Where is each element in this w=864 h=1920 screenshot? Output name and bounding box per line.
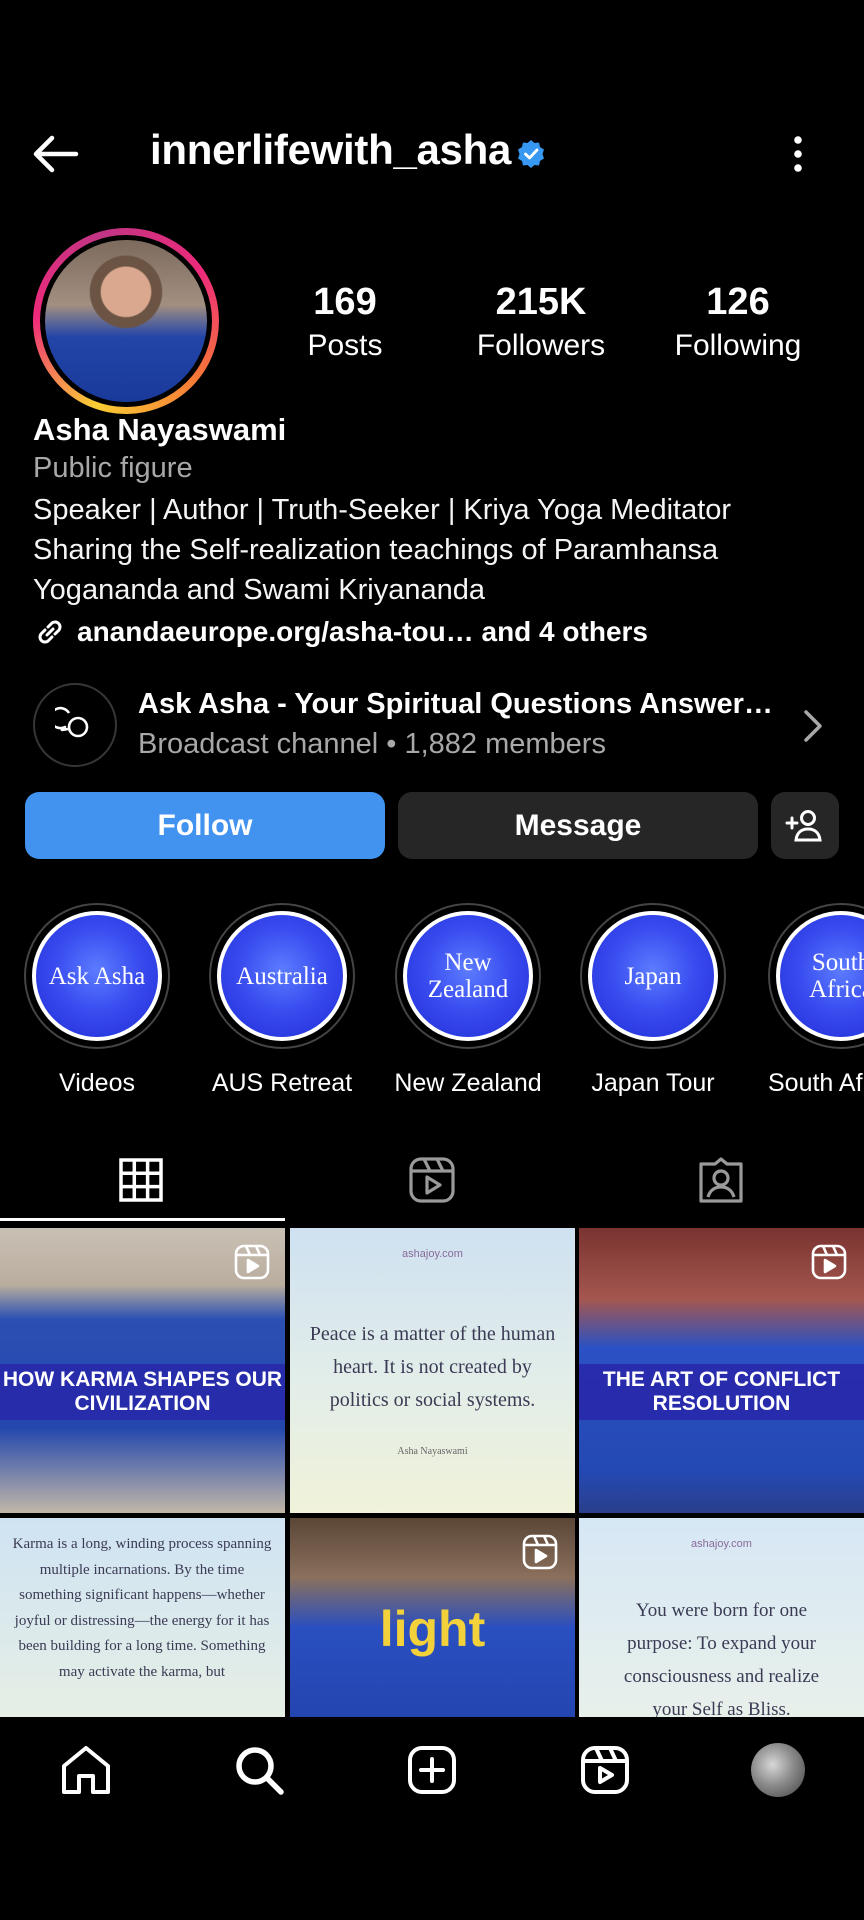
bio-line: Yogananda and Swami Kriyananda — [33, 574, 485, 606]
post-site: ashajoy.com — [691, 1538, 752, 1550]
bio-link[interactable]: anandaeurope.org/asha-tou… and 4 others — [33, 612, 648, 652]
post-thumbnail[interactable]: light — [290, 1518, 575, 1717]
broadcast-channel-icon[interactable] — [33, 683, 117, 767]
highlight-cover: Ask Asha — [32, 911, 162, 1041]
followers-count: 215K — [495, 281, 587, 323]
nav-home[interactable] — [56, 1740, 116, 1800]
post-title: THE ART OF CONFLICT RESOLUTION — [579, 1364, 864, 1420]
tagged-icon — [699, 1157, 743, 1203]
highlight-new-zealand[interactable]: New Zealand New Zealand — [393, 903, 543, 1098]
message-button[interactable]: Message — [398, 792, 758, 859]
active-tab-indicator — [0, 1218, 285, 1221]
highlight-label: Videos — [59, 1069, 135, 1097]
profile-category: Public figure — [33, 452, 193, 484]
home-icon — [62, 1746, 110, 1794]
tab-posts-grid[interactable] — [0, 1140, 282, 1220]
post-quote: You were born for one purpose: To expand… — [623, 1600, 820, 1717]
profile-name: Asha Nayaswami — [33, 412, 287, 447]
profile-avatar-icon — [751, 1743, 805, 1797]
highlight-label: Japan Tour — [591, 1069, 715, 1097]
bio-link-text: anandaeurope.org/asha-tou… and 4 others — [77, 616, 648, 647]
highlight-japan-tour[interactable]: Japan Japan Tour — [578, 903, 728, 1098]
more-vertical-icon — [794, 136, 802, 172]
highlight-cover: South Africa — [776, 911, 864, 1041]
post-thumbnail[interactable]: ashajoy.com You were born for one purpos… — [579, 1518, 864, 1717]
stat-following[interactable]: 126 Following — [638, 280, 838, 364]
highlight-label: New Zealand — [394, 1069, 542, 1097]
grid-icon — [119, 1158, 163, 1202]
post-quote: Peace is a matter of the human heart. It… — [309, 1323, 556, 1411]
reels-icon — [581, 1746, 629, 1794]
more-options-button[interactable] — [778, 128, 818, 180]
post-thumbnail[interactable]: THE ART OF CONFLICT RESOLUTION — [579, 1228, 864, 1513]
post-title: HOW KARMA SHAPES OUR CIVILIZATION — [0, 1364, 285, 1420]
highlight-ring: Australia — [209, 903, 355, 1049]
nav-profile[interactable] — [748, 1740, 808, 1800]
broadcast-channel-subtitle: Broadcast channel • 1,882 members — [138, 728, 606, 760]
highlight-cover: New Zealand — [403, 911, 533, 1041]
reel-icon — [811, 1244, 847, 1280]
highlight-aus-retreat[interactable]: Australia AUS Retreat — [207, 903, 357, 1098]
stat-posts[interactable]: 169 Posts — [245, 280, 445, 364]
bio-line: Sharing the Self-realization teachings o… — [33, 534, 719, 566]
post-quote: Karma is a long, winding process spannin… — [12, 1536, 272, 1680]
post-author: Asha Nayaswami — [397, 1446, 468, 1457]
suggested-users-button[interactable] — [771, 792, 839, 859]
posts-label: Posts — [307, 329, 383, 362]
highlight-label: AUS Retreat — [211, 1069, 353, 1097]
link-icon — [38, 620, 62, 644]
post-thumbnail[interactable]: ashajoy.com Peace is a matter of the hum… — [290, 1228, 575, 1513]
post-thumbnail[interactable]: HOW KARMA SHAPES OUR CIVILIZATION — [0, 1228, 285, 1513]
posts-count: 169 — [313, 281, 377, 323]
highlight-south-africa[interactable]: South Africa South Af — [764, 903, 864, 1098]
highlight-cover: Australia — [217, 911, 347, 1041]
tab-reels[interactable] — [291, 1140, 573, 1220]
post-caption-word: light — [379, 1601, 486, 1657]
nav-create[interactable] — [402, 1740, 462, 1800]
add-user-icon — [785, 809, 822, 841]
arrow-left-icon — [33, 135, 79, 173]
followers-label: Followers — [476, 329, 606, 362]
highlight-cover: Japan — [588, 911, 718, 1041]
highlight-ring: South Africa — [768, 903, 864, 1049]
broadcast-channel-title[interactable]: Ask Asha - Your Spiritual Questions Answ… — [138, 688, 773, 721]
reel-icon — [234, 1244, 270, 1280]
follow-button[interactable]: Follow — [25, 792, 385, 859]
nav-search[interactable] — [229, 1740, 289, 1800]
highlight-ring: Japan — [580, 903, 726, 1049]
avatar[interactable] — [45, 240, 207, 402]
reels-icon — [409, 1157, 455, 1203]
back-button[interactable] — [26, 128, 86, 180]
following-count: 126 — [706, 281, 770, 323]
tab-tagged[interactable] — [580, 1140, 862, 1220]
post-thumbnail[interactable]: Karma is a long, winding process spannin… — [0, 1518, 285, 1717]
highlight-label: South Af — [768, 1069, 863, 1097]
reel-icon — [522, 1534, 558, 1570]
chevron-right-icon[interactable] — [798, 708, 828, 744]
following-label: Following — [674, 329, 802, 362]
search-icon — [236, 1747, 284, 1795]
post-site: ashajoy.com — [402, 1248, 463, 1260]
nav-reels[interactable] — [575, 1740, 635, 1800]
highlight-ring: Ask Asha — [24, 903, 170, 1049]
highlight-ring: New Zealand — [395, 903, 541, 1049]
bio-line: Speaker | Author | Truth-Seeker | Kriya … — [33, 494, 732, 526]
profile-username: innerlifewith_asha — [150, 126, 512, 173]
highlight-videos[interactable]: Ask Asha Videos — [22, 903, 172, 1098]
verified-badge-icon — [516, 139, 546, 169]
stat-followers[interactable]: 215K Followers — [441, 280, 641, 364]
create-post-icon — [408, 1746, 456, 1794]
